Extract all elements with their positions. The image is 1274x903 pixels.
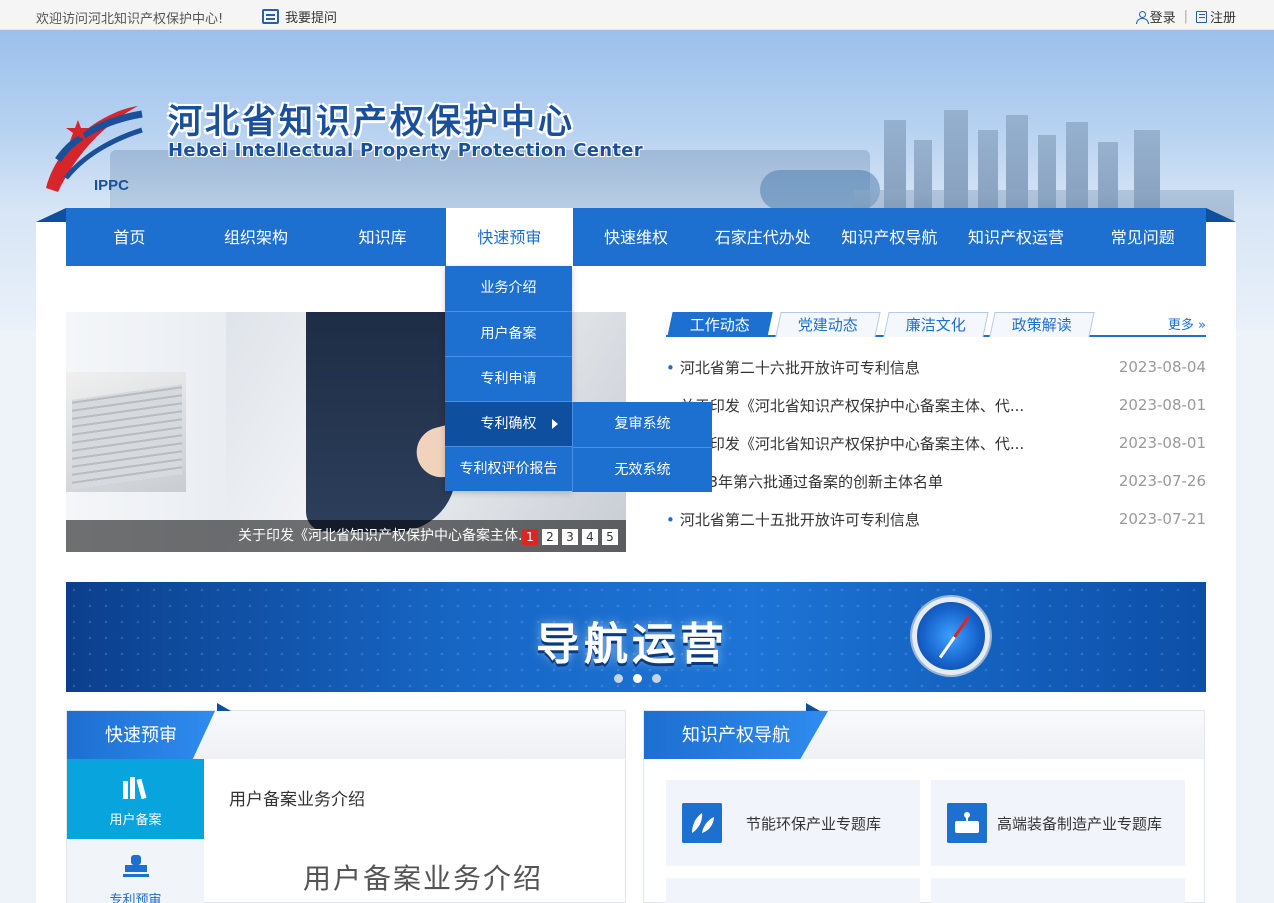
dropdown-business-intro[interactable]: 业务介绍 [445,266,572,311]
news-item[interactable]: 河北省第二十六批开放许可专利信息2023-08-04 [666,348,1206,386]
news-item[interactable]: 河北省第二十五批开放许可专利信息2023-07-21 [666,500,1206,538]
question-form-icon [262,9,279,24]
ip-navigation-panel: 知识产权导航 节能环保产业专题库 高端装备制造产业专题库 [643,703,1205,903]
stamp-icon [122,855,149,877]
fast-preexam-panel: 快速预审 用户备案 专利预审 用户备案业务介绍 用户备案业务介绍 [66,703,626,903]
banner-dot-1[interactable] [614,674,623,683]
nav-corner-left [36,208,66,222]
top-bar: 欢迎访问河北知识产权保护中心! 我要提问 登录 | 注册 [0,0,1274,30]
dropdown-patent-application[interactable]: 专利申请 [445,356,572,401]
site-title-en: Hebei Intellectual Property Protection C… [168,140,643,161]
nav-ip-operation[interactable]: 知识产权运营 [953,208,1080,266]
news-item[interactable]: 关于印发《河北省知识产权保护中心备案主体、代...2023-08-01 [666,424,1206,462]
panel-cap [217,703,231,711]
slide-pager: 1 2 3 4 5 [522,529,618,545]
nav-home[interactable]: 首页 [66,208,193,266]
submenu-invalidation-system[interactable]: 无效系统 [573,447,712,492]
nav-knowledge-base[interactable]: 知识库 [319,208,446,266]
ask-label: 我要提问 [285,11,338,26]
news-tabs: 工作动态 党建动态 廉洁文化 政策解读 更多 » [666,312,1206,337]
panel-title: 知识产权导航 [644,711,828,759]
news-item[interactable]: 2023年第六批通过备案的创新主体名单2023-07-26 [666,462,1206,500]
tab-work-news[interactable]: 工作动态 [667,312,773,337]
tab-policy-reading[interactable]: 政策解读 [989,312,1095,337]
preexam-side-menu: 用户备案 专利预审 [67,759,204,903]
businessman-image [306,312,456,532]
divider: | [1183,9,1188,24]
tile-more-1[interactable] [666,878,920,903]
tile-more-2[interactable] [931,878,1185,903]
content-heading: 用户备案业务介绍 [303,862,544,895]
dropdown-user-filing[interactable]: 用户备案 [445,311,572,356]
panel-header: 知识产权导航 [644,703,1204,759]
patent-validation-submenu: 复审系统 无效系统 [572,402,712,492]
submenu-reexam-system[interactable]: 复审系统 [573,402,712,447]
login-link[interactable]: 登录 [1135,7,1176,26]
books-icon [122,777,146,800]
leaf-icon [682,803,722,843]
nav-fast-protection[interactable]: 快速维权 [573,208,700,266]
nav-fast-preexam[interactable]: 快速预审 [446,208,573,266]
user-icon [1135,10,1149,24]
tab-party-news[interactable]: 党建动态 [775,312,881,337]
dropdown-patent-evaluation[interactable]: 专利权评价报告 [445,446,572,491]
slide-page-5[interactable]: 5 [602,529,618,545]
side-user-filing[interactable]: 用户备案 [67,759,204,839]
logo-text: IPPC [94,177,129,194]
main-nav: 首页 组织架构 知识库 快速预审 快速维权 石家庄代办处 知识产权导航 知识产权… [66,208,1206,266]
news-item[interactable]: 关于印发《河北省知识产权保护中心备案主体、代...2023-08-01 [666,386,1206,424]
site-title-cn: 河北省知识产权保护中心 [168,102,575,142]
more-link[interactable]: 更多 » [1168,314,1206,333]
compass-icon [912,597,990,675]
register-label: 注册 [1209,11,1236,26]
nav-faq[interactable]: 常见问题 [1079,208,1206,266]
panel-header: 快速预审 [67,703,625,759]
ippc-logo: IPPC [46,106,143,194]
banner-title: 导航运营 [536,619,728,670]
panel-title: 快速预审 [67,711,215,759]
keyboard-image [72,384,182,490]
dropdown-patent-validation[interactable]: 专利确权 [445,401,572,446]
side-patent-preexam[interactable]: 专利预审 [67,839,204,903]
ask-question-link[interactable]: 我要提问 [262,7,337,26]
register-link[interactable]: 注册 [1195,7,1236,26]
banner-dot-2[interactable] [633,674,642,683]
nav-shijiazhuang-office[interactable]: 石家庄代办处 [699,208,826,266]
news-section: 工作动态 党建动态 廉洁文化 政策解读 更多 » 河北省第二十六批开放许可专利信… [666,312,1206,538]
nav-corner-right [1206,208,1236,222]
nav-ip-navigation[interactable]: 知识产权导航 [826,208,953,266]
navigation-operation-banner[interactable]: 导航运营 [66,582,1206,692]
register-icon [1195,10,1207,23]
slide-page-3[interactable]: 3 [562,529,578,545]
banner-dots [614,674,661,683]
equipment-icon [947,803,987,843]
content-title: 用户备案业务介绍 [229,790,365,810]
auth-links: 登录 | 注册 [1135,7,1236,26]
caret-right-icon [552,419,558,429]
news-list: 河北省第二十六批开放许可专利信息2023-08-04 关于印发《河北省知识产权保… [666,348,1206,538]
dropdown-patent-validation-label: 专利确权 [480,416,537,432]
banner-dot-3[interactable] [652,674,661,683]
slide-page-2[interactable]: 2 [542,529,558,545]
tile-energy-env[interactable]: 节能环保产业专题库 [666,780,920,866]
slide-page-4[interactable]: 4 [582,529,598,545]
tile-high-end-equipment[interactable]: 高端装备制造产业专题库 [931,780,1185,866]
login-label: 登录 [1149,11,1176,26]
slide-page-1[interactable]: 1 [522,529,538,545]
nav-organization[interactable]: 组织架构 [193,208,320,266]
panel-cap [806,703,820,711]
fast-preexam-dropdown: 业务介绍 用户备案 专利申请 专利确权 专利权评价报告 [445,266,572,491]
welcome-text: 欢迎访问河北知识产权保护中心! [36,12,224,27]
tab-integrity-culture[interactable]: 廉洁文化 [883,312,989,337]
